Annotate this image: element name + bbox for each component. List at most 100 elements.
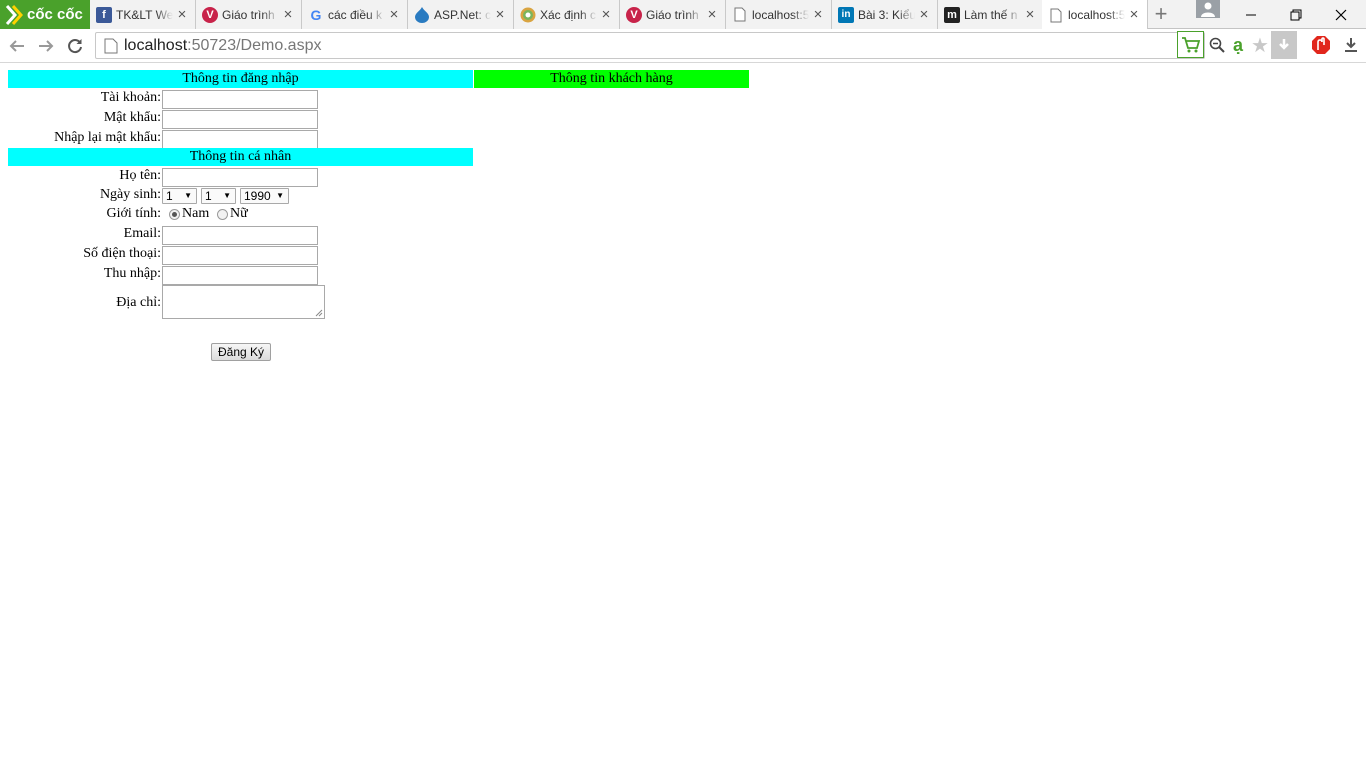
- address-textarea[interactable]: [162, 285, 325, 319]
- close-icon[interactable]: ×: [281, 7, 295, 22]
- dropdown-arrow-icon: ▼: [223, 191, 231, 200]
- linkedin-icon: in: [838, 6, 854, 23]
- m-icon: m: [944, 6, 960, 23]
- phone-label: Số điện thoại:: [83, 246, 161, 261]
- tab-3[interactable]: G các điều k ×: [302, 0, 408, 29]
- v-icon: V: [626, 6, 642, 23]
- tab-title: localhost:5: [752, 7, 809, 22]
- page-icon: [732, 7, 748, 23]
- url-path: :50723/Demo.aspx: [187, 36, 322, 54]
- fullname-input[interactable]: [162, 168, 318, 187]
- tab-10-active[interactable]: localhost:5 ×: [1042, 0, 1148, 30]
- close-icon[interactable]: ×: [811, 7, 825, 22]
- close-icon[interactable]: ×: [387, 7, 401, 22]
- day-value: 1: [166, 189, 173, 203]
- browser-toolbar: localhost:50723/Demo.aspx ạ ★: [0, 29, 1366, 63]
- back-icon[interactable]: [5, 34, 29, 58]
- password-input[interactable]: [162, 110, 318, 129]
- restore-icon[interactable]: [1273, 0, 1319, 29]
- tab-title: ASP.Net: c: [434, 7, 491, 22]
- url-host: localhost: [124, 36, 188, 54]
- close-icon[interactable]: ×: [175, 7, 189, 22]
- bookmark-star-icon[interactable]: ★: [1250, 33, 1270, 57]
- tab-2[interactable]: V Giáo trình ×: [196, 0, 302, 29]
- v-icon: V: [202, 6, 218, 23]
- year-value: 1990: [244, 189, 271, 203]
- month-value: 1: [205, 189, 212, 203]
- minimize-icon[interactable]: [1228, 0, 1274, 29]
- tab-4[interactable]: ASP.Net: c ×: [408, 0, 514, 29]
- income-label: Thu nhập:: [103, 266, 161, 281]
- address-bar[interactable]: localhost:50723/Demo.aspx: [95, 32, 1205, 59]
- personal-info-header: Thông tin cá nhân: [8, 148, 473, 166]
- gender-label: Giới tính:: [106, 206, 161, 221]
- tab-bar: cốc cốc f TK&LT Web × V Giáo trình × G c…: [0, 0, 1366, 30]
- email-label: Email:: [123, 226, 161, 241]
- close-icon[interactable]: ×: [917, 7, 931, 22]
- reload-icon[interactable]: [63, 34, 87, 58]
- shopping-cart-icon[interactable]: [1177, 31, 1204, 58]
- google-icon: G: [310, 6, 322, 23]
- tab-7[interactable]: localhost:5 ×: [726, 0, 832, 29]
- gender-male-radio[interactable]: [169, 209, 180, 220]
- password-label: Mật khẩu:: [103, 110, 161, 125]
- register-button[interactable]: Đăng Ký: [211, 343, 271, 361]
- close-icon[interactable]: ×: [1023, 7, 1037, 22]
- phone-input[interactable]: [162, 246, 318, 265]
- year-select[interactable]: 1990 ▼: [240, 188, 289, 204]
- gender-female-radio[interactable]: [217, 209, 228, 220]
- forward-icon[interactable]: [34, 34, 58, 58]
- tab-1[interactable]: f TK&LT Web ×: [90, 0, 196, 29]
- page-icon: [1048, 7, 1064, 23]
- tab-9[interactable]: m Làm thế n ×: [938, 0, 1044, 29]
- brand-name: cốc cốc: [27, 6, 83, 23]
- tab-title: Bài 3: Kiểu: [858, 7, 915, 22]
- username-label: Tài khoản:: [100, 90, 161, 105]
- day-select[interactable]: 1 ▼: [162, 188, 197, 204]
- tab-title: các điều k: [328, 7, 383, 22]
- close-icon[interactable]: ×: [705, 7, 719, 22]
- tab-title: localhost:5: [1068, 8, 1125, 22]
- close-icon[interactable]: ×: [599, 7, 613, 22]
- gender-female-label[interactable]: Nữ: [230, 206, 248, 222]
- tab-title: TK&LT Web: [116, 7, 173, 22]
- tab-6[interactable]: V Giáo trình ×: [620, 0, 726, 29]
- tab-title: Giáo trình: [646, 7, 699, 22]
- customer-info-header: Thông tin khách hàng: [474, 70, 749, 88]
- savior-download-icon[interactable]: [1271, 31, 1297, 59]
- email-input[interactable]: [162, 226, 318, 245]
- drupal-icon: [414, 6, 430, 23]
- tab-title: Giáo trình: [222, 7, 275, 22]
- chrome-icon: [520, 7, 536, 23]
- adblock-icon[interactable]: [1309, 33, 1333, 57]
- vietnamese-input-icon[interactable]: ạ: [1229, 33, 1247, 57]
- page-icon: [104, 38, 118, 54]
- fullname-label: Họ tên:: [119, 168, 161, 183]
- resize-grip-icon[interactable]: [315, 309, 323, 317]
- income-input[interactable]: [162, 266, 318, 285]
- dropdown-arrow-icon: ▼: [276, 191, 284, 200]
- downloads-icon[interactable]: [1341, 33, 1361, 57]
- tab-8[interactable]: in Bài 3: Kiểu ×: [832, 0, 938, 29]
- gender-male-label[interactable]: Nam: [182, 206, 209, 222]
- facebook-icon: f: [96, 6, 112, 23]
- dropdown-arrow-icon: ▼: [184, 191, 192, 200]
- coccoc-logo[interactable]: cốc cốc: [0, 0, 90, 29]
- tab-title: Xác định c: [540, 7, 597, 22]
- profile-icon[interactable]: [1196, 0, 1220, 18]
- month-select[interactable]: 1 ▼: [201, 188, 236, 204]
- username-input[interactable]: [162, 90, 318, 109]
- login-info-header: Thông tin đăng nhập: [8, 70, 473, 88]
- close-icon[interactable]: ×: [493, 7, 507, 22]
- tab-title: Làm thế n: [964, 7, 1018, 22]
- zoom-out-icon[interactable]: [1207, 33, 1227, 57]
- page-content: Thông tin đăng nhập Thông tin khách hàng…: [0, 64, 1366, 768]
- new-tab-icon[interactable]: +: [1150, 3, 1172, 25]
- tab-5[interactable]: Xác định c ×: [514, 0, 620, 29]
- coccoc-logo-icon: [3, 4, 25, 26]
- close-window-icon[interactable]: [1318, 0, 1364, 29]
- birthdate-label: Ngày sinh:: [99, 187, 161, 202]
- address-label: Địa chỉ:: [116, 295, 161, 310]
- confirm-password-input[interactable]: [162, 130, 318, 149]
- close-icon[interactable]: ×: [1127, 7, 1141, 22]
